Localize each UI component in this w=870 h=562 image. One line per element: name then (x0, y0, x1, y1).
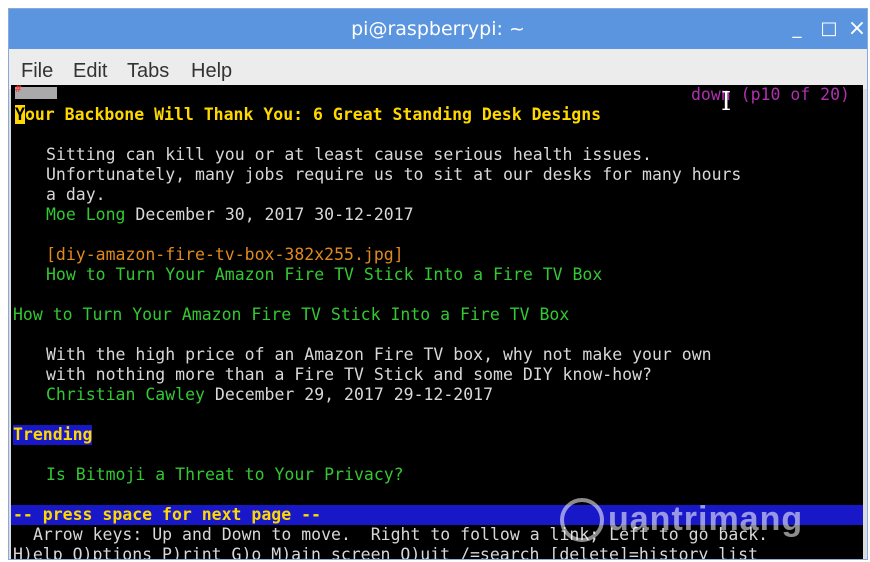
cursor: Y (15, 105, 25, 124)
close-button[interactable]: × (843, 9, 870, 49)
headline-text: our Backbone Will Thank You: 6 Great Sta… (24, 105, 602, 124)
headline[interactable]: Your Backbone Will Thank You: 6 Great St… (15, 105, 601, 125)
menu-edit[interactable]: Edit (73, 49, 107, 89)
hash-marker: # (15, 85, 57, 99)
minimize-button[interactable]: _ (783, 9, 811, 49)
byline: Christian Cawley December 29, 2017 29-12… (46, 385, 493, 405)
article-link[interactable]: How to Turn Your Amazon Fire TV Stick In… (46, 265, 602, 285)
author-link[interactable]: Christian Cawley (46, 385, 205, 404)
watermark-logo-icon (560, 498, 604, 542)
byline: Moe Long December 30, 2017 30-12-2017 (46, 205, 414, 225)
author-link[interactable]: Moe Long (46, 205, 125, 224)
terminal-screen[interactable]: # down (p10 of 20) Your Backbone Will Th… (11, 85, 863, 559)
title-bar[interactable]: pi@raspberrypi: ~ _ □ × (9, 9, 867, 49)
trending-heading: Trending (13, 425, 93, 445)
article-title-link[interactable]: How to Turn Your Amazon Fire TV Stick In… (13, 305, 569, 325)
image-link[interactable]: [diy-amazon-fire-tv-box-382x255.jpg] (46, 245, 404, 265)
trending-link[interactable]: Is Bitmoji a Threat to Your Privacy? (46, 465, 404, 485)
watermark-text: uantrimang (608, 500, 804, 538)
article-text-line: a day. (46, 185, 106, 204)
next-page-prompt: -- press space for next page -- (13, 505, 321, 524)
terminal-window: pi@raspberrypi: ~ _ □ × File Edit Tabs H… (8, 8, 868, 560)
article-text-line: With the high price of an Amazon Fire TV… (46, 345, 712, 364)
page-status: down (p10 of 20) (691, 85, 850, 104)
menu-bar: File Edit Tabs Help (9, 49, 867, 89)
menu-tabs[interactable]: Tabs (127, 49, 169, 89)
window-title: pi@raspberrypi: ~ (351, 18, 525, 40)
maximize-button[interactable]: □ (815, 9, 843, 49)
date: December 29, 2017 29-12-2017 (204, 385, 494, 404)
watermark: uantrimang (560, 496, 860, 556)
text-cursor-icon: I (721, 87, 732, 117)
menu-help[interactable]: Help (191, 49, 232, 89)
menu-file[interactable]: File (21, 49, 53, 89)
article-text-line: with nothing more than a Fire TV Stick a… (46, 365, 652, 384)
date: December 30, 2017 30-12-2017 (125, 205, 414, 224)
article-text-line: Unfortunately, many jobs require us to s… (46, 165, 742, 184)
article-text-line: Sitting can kill you or at least cause s… (46, 145, 652, 164)
